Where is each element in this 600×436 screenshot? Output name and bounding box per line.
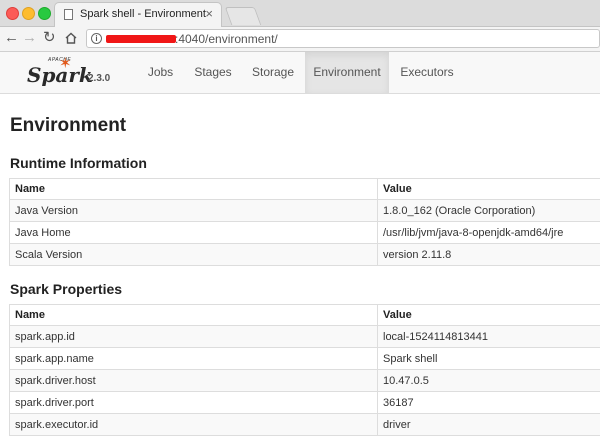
column-header-name[interactable]: Name [10, 179, 378, 200]
page-title: Environment [10, 115, 126, 137]
tab-stages[interactable]: Stages [188, 52, 238, 93]
cell-value: 36187 [378, 392, 600, 414]
cell-name: spark.driver.port [10, 392, 378, 414]
table-row: spark.executor.id driver [10, 414, 600, 436]
tab-environment[interactable]: Environment [305, 52, 389, 93]
redacted-host [106, 35, 176, 43]
spark-properties-heading[interactable]: Spark Properties [10, 281, 122, 297]
url-text: :4040/environment/ [175, 32, 278, 46]
tab-executors[interactable]: Executors [392, 52, 462, 93]
table-row: spark.driver.port 36187 [10, 392, 600, 414]
cell-value: driver [378, 414, 600, 436]
table-row: Scala Version version 2.11.8 [10, 244, 600, 266]
spark-navbar: APACHE Spark ✶ 2.3.0 Jobs Stages Storage… [0, 52, 600, 94]
cell-name: spark.executor.id [10, 414, 378, 436]
cell-name: Java Version [10, 200, 378, 222]
cell-value: Spark shell [378, 348, 600, 370]
new-tab-button[interactable] [225, 7, 262, 25]
browser-toolbar: ← → ↻ i :4040/environment/ [0, 27, 600, 52]
page-document-icon [64, 9, 73, 20]
cell-value: local-1524114813441 [378, 326, 600, 348]
cell-name: spark.app.name [10, 348, 378, 370]
runtime-information-table: Name Value Java Version 1.8.0_162 (Oracl… [9, 178, 600, 266]
column-header-value[interactable]: Value [378, 179, 600, 200]
table-row: Java Home /usr/lib/jvm/java-8-openjdk-am… [10, 222, 600, 244]
cell-name: spark.app.id [10, 326, 378, 348]
cell-name: Scala Version [10, 244, 378, 266]
maximize-window-icon[interactable] [38, 7, 51, 20]
close-window-icon[interactable] [6, 7, 19, 20]
table-header-row: Name Value [10, 179, 600, 200]
home-icon[interactable] [64, 31, 78, 45]
table-row: spark.driver.host 10.47.0.5 [10, 370, 600, 392]
reload-icon[interactable]: ↻ [43, 29, 56, 47]
table-header-row: Name Value [10, 305, 600, 326]
cell-value: 10.47.0.5 [378, 370, 600, 392]
address-bar[interactable]: i :4040/environment/ [86, 29, 600, 48]
spark-properties-table: Name Value spark.app.id local-1524114813… [9, 304, 600, 436]
table-row: spark.app.id local-1524114813441 [10, 326, 600, 348]
browser-tab-title: Spark shell - Environment [80, 8, 206, 20]
minimize-window-icon[interactable] [22, 7, 35, 20]
table-row: Java Version 1.8.0_162 (Oracle Corporati… [10, 200, 600, 222]
info-icon[interactable]: i [91, 33, 102, 44]
forward-arrow-icon[interactable]: → [22, 29, 37, 47]
back-arrow-icon[interactable]: ← [4, 29, 19, 47]
table-row: spark.app.name Spark shell [10, 348, 600, 370]
spark-logo[interactable]: APACHE Spark ✶ 2.3.0 [24, 56, 124, 90]
cell-name: spark.driver.host [10, 370, 378, 392]
spark-star-icon: ✶ [59, 54, 72, 72]
cell-value: 1.8.0_162 (Oracle Corporation) [378, 200, 600, 222]
tab-close-icon[interactable]: × [205, 7, 213, 21]
runtime-information-heading[interactable]: Runtime Information [10, 155, 147, 171]
browser-tab-active[interactable]: Spark shell - Environment × [54, 2, 222, 27]
tab-storage[interactable]: Storage [245, 52, 301, 93]
cell-name: Java Home [10, 222, 378, 244]
browser-tab-bar: Spark shell - Environment × [0, 0, 600, 27]
cell-value: /usr/lib/jvm/java-8-openjdk-amd64/jre [378, 222, 600, 244]
spark-version: 2.3.0 [88, 73, 110, 84]
column-header-name[interactable]: Name [10, 305, 378, 326]
tab-jobs[interactable]: Jobs [138, 52, 183, 93]
column-header-value[interactable]: Value [378, 305, 600, 326]
cell-value: version 2.11.8 [378, 244, 600, 266]
